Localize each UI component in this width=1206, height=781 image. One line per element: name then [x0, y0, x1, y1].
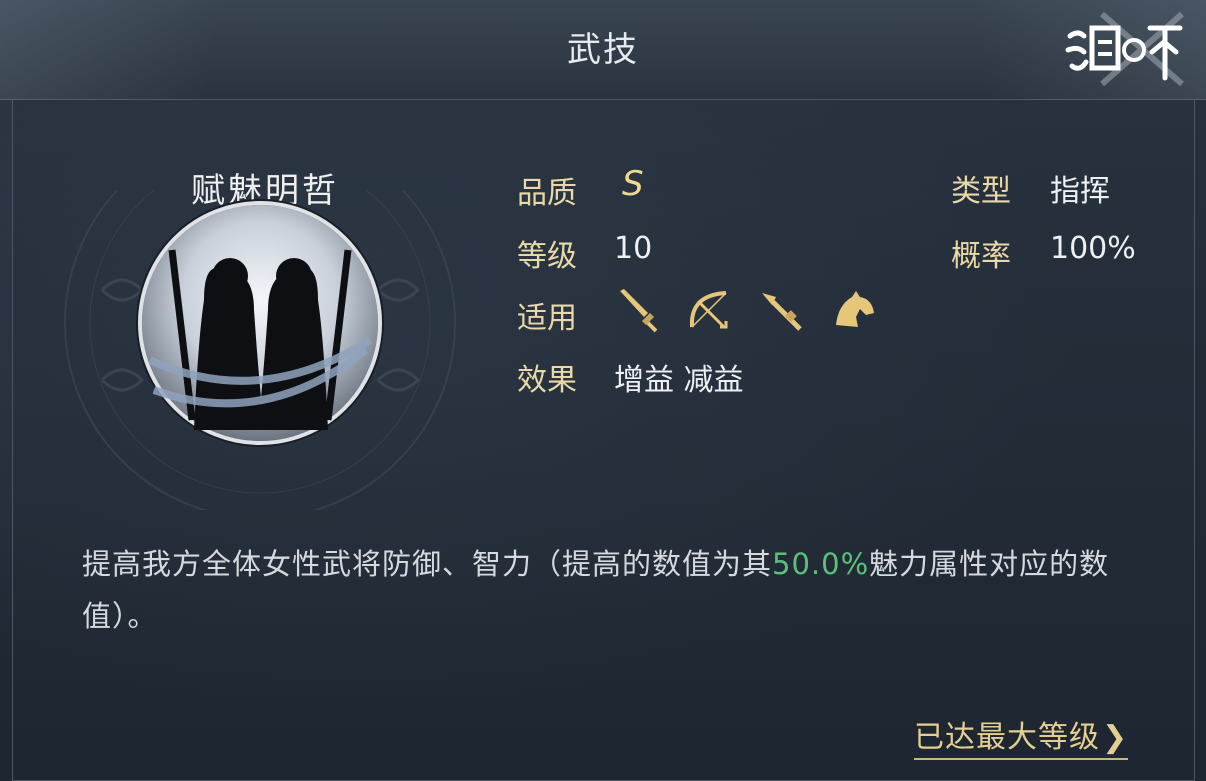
- sword-icon: [620, 289, 658, 333]
- chance-label: 概率: [951, 239, 1011, 274]
- chevron-right-icon: ❯: [1102, 720, 1129, 755]
- game-logo-icon: [1065, 11, 1184, 87]
- bow-icon: [689, 291, 728, 329]
- description-text: 提高我方全体女性武将防御、智力（提高的数值为其: [82, 547, 773, 581]
- applicable-weapon-icons: [614, 287, 878, 337]
- effect-label: 效果: [517, 363, 577, 398]
- type-value: 指挥: [1050, 174, 1110, 209]
- level-label: 等级: [517, 239, 577, 274]
- applicable-label: 适用: [517, 301, 577, 336]
- max-level-link[interactable]: 已达最大等级❯: [914, 712, 1129, 760]
- horse-icon: [836, 291, 874, 327]
- skill-detail-screen: 武技 赋魅明哲 品质 S 等级 10 适用 效果 增益 减益 类型 指挥 概率 …: [0, 0, 1206, 781]
- quality-value: S: [622, 164, 644, 204]
- quality-label: 品质: [517, 176, 577, 211]
- type-label: 类型: [951, 174, 1011, 209]
- max-level-label: 已达最大等级: [914, 720, 1100, 755]
- description-highlight: 50.0%: [772, 547, 870, 581]
- skill-emblem-icon: [64, 190, 456, 510]
- level-value: 10: [614, 231, 653, 266]
- skill-description: 提高我方全体女性武将防御、智力（提高的数值为其50.0%魅力属性对应的数值）。: [82, 538, 1142, 642]
- header-bar: 武技: [0, 0, 1206, 100]
- effect-value: 增益 减益: [614, 363, 744, 398]
- chance-value: 100%: [1050, 231, 1136, 266]
- spear-icon: [762, 293, 802, 331]
- page-title: 武技: [567, 30, 639, 70]
